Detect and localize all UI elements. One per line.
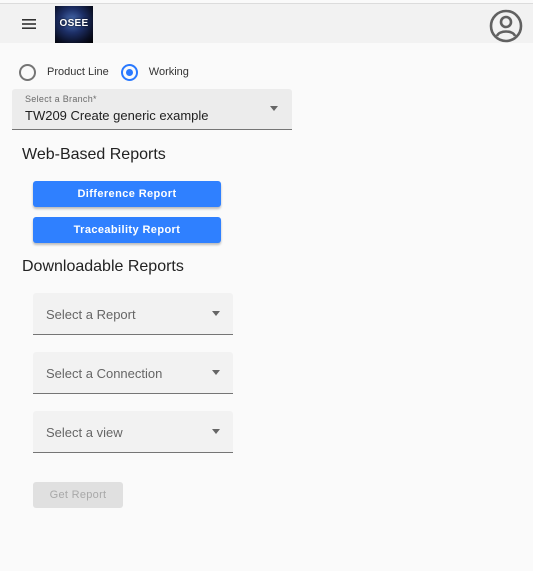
top-app-bar: OSEE bbox=[0, 3, 533, 43]
branch-select[interactable]: Select a Branch* TW209 Create generic ex… bbox=[12, 89, 292, 130]
account-circle-icon bbox=[489, 9, 523, 43]
connection-select[interactable]: Select a Connection bbox=[33, 352, 233, 394]
hamburger-menu-icon bbox=[22, 19, 36, 29]
chevron-down-icon bbox=[212, 370, 220, 375]
view-select[interactable]: Select a view bbox=[33, 411, 233, 453]
osee-logo[interactable]: OSEE bbox=[55, 6, 93, 43]
difference-report-button[interactable]: Difference Report bbox=[33, 181, 221, 207]
chevron-down-icon bbox=[212, 311, 220, 316]
working-label[interactable]: Working bbox=[149, 66, 189, 78]
branch-select-label: Select a Branch* bbox=[25, 94, 97, 104]
account-button[interactable] bbox=[489, 9, 523, 43]
product-line-radio[interactable] bbox=[19, 63, 36, 81]
logo-text: OSEE bbox=[59, 18, 89, 29]
web-reports-heading: Web-Based Reports bbox=[22, 146, 166, 163]
view-select-placeholder: Select a view bbox=[46, 425, 123, 440]
traceability-report-button[interactable]: Traceability Report bbox=[33, 217, 221, 243]
menu-button[interactable] bbox=[14, 12, 44, 36]
working-radio[interactable] bbox=[120, 63, 138, 81]
downloadable-reports-heading: Downloadable Reports bbox=[22, 258, 184, 275]
chevron-down-icon bbox=[212, 429, 220, 434]
report-select-placeholder: Select a Report bbox=[46, 307, 136, 322]
product-line-label[interactable]: Product Line bbox=[47, 66, 109, 78]
mode-radio-group: Product Line Working bbox=[19, 63, 201, 81]
connection-select-placeholder: Select a Connection bbox=[46, 366, 163, 381]
get-report-button[interactable]: Get Report bbox=[33, 482, 123, 508]
branch-select-value: TW209 Create generic example bbox=[25, 108, 209, 123]
chevron-down-icon bbox=[270, 106, 278, 111]
report-select[interactable]: Select a Report bbox=[33, 293, 233, 335]
